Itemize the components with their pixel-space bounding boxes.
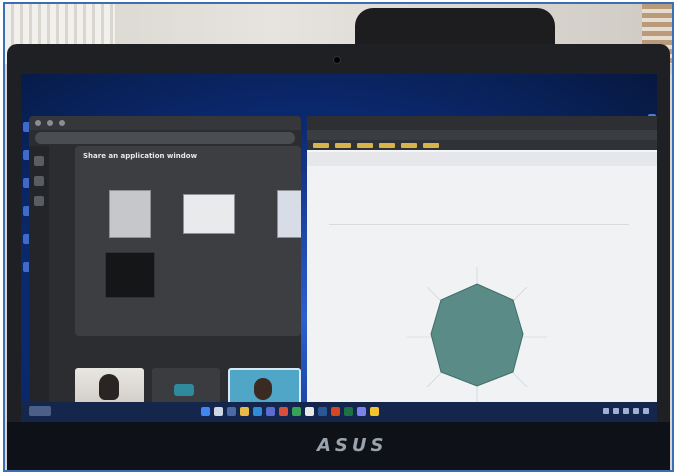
powerpoint-icon[interactable]	[331, 407, 340, 416]
start-icon[interactable]	[201, 407, 210, 416]
bookmark-folder-icon[interactable]	[357, 142, 373, 148]
bookmark-folder-icon[interactable]	[335, 142, 351, 148]
tray-icon[interactable]	[643, 408, 649, 414]
taskbar-apps	[201, 407, 379, 416]
rail-icon[interactable]	[34, 156, 44, 166]
window-thumbnail[interactable]	[105, 252, 155, 298]
weather-widget[interactable]	[29, 406, 51, 416]
bookmark-folder-icon[interactable]	[379, 142, 395, 148]
excel-icon[interactable]	[344, 407, 353, 416]
share-window-dialog: Share an application window	[75, 146, 301, 336]
app-icon[interactable]	[357, 407, 366, 416]
task-view-icon[interactable]	[227, 407, 236, 416]
tray-icon[interactable]	[623, 408, 629, 414]
bookmark-folder-icon[interactable]	[313, 142, 329, 148]
meeting-window: Share an application window	[29, 116, 301, 422]
chart-page	[307, 152, 657, 416]
meeting-titlebar	[29, 116, 301, 130]
teams-icon[interactable]	[266, 407, 275, 416]
tray-icon[interactable]	[613, 408, 619, 414]
laptop-screen: Share an application window	[21, 74, 657, 422]
taskbar	[21, 402, 657, 422]
webcam	[333, 56, 341, 64]
search-icon[interactable]	[214, 407, 223, 416]
window-thumbnail[interactable]	[277, 190, 301, 238]
app-icon[interactable]	[279, 407, 288, 416]
tab-icon[interactable]	[35, 120, 41, 126]
tray-icon[interactable]	[633, 408, 639, 414]
meeting-left-rail	[29, 146, 49, 422]
tray-icon[interactable]	[603, 408, 609, 414]
photo-frame: Share an application window ASUS	[3, 2, 674, 472]
radar-area	[430, 283, 524, 387]
share-dialog-title: Share an application window	[83, 152, 198, 160]
chrome-icon[interactable]	[305, 407, 314, 416]
rail-icon[interactable]	[34, 196, 44, 206]
radar-chart	[407, 267, 547, 407]
laptop: Share an application window ASUS	[7, 44, 670, 470]
app-icon[interactable]	[370, 407, 379, 416]
divider	[329, 224, 629, 225]
rail-icon[interactable]	[34, 176, 44, 186]
edge-icon[interactable]	[253, 407, 262, 416]
file-explorer-icon[interactable]	[240, 407, 249, 416]
bookmark-folder-icon[interactable]	[401, 142, 417, 148]
tab-icon[interactable]	[59, 120, 65, 126]
bookmarks-bar	[307, 140, 657, 150]
chart-browser-window	[307, 116, 657, 416]
brand-logo: ASUS	[317, 435, 388, 456]
system-tray	[603, 408, 649, 414]
page-toolbar	[307, 152, 657, 166]
laptop-chin: ASUS	[7, 422, 670, 470]
address-bar[interactable]	[35, 132, 295, 144]
browser-address-bar[interactable]	[307, 130, 657, 140]
window-thumbnail[interactable]	[109, 190, 151, 238]
word-icon[interactable]	[318, 407, 327, 416]
app-icon[interactable]	[292, 407, 301, 416]
bookmark-folder-icon[interactable]	[423, 142, 439, 148]
browser-tabbar	[307, 116, 657, 130]
tab-icon[interactable]	[47, 120, 53, 126]
window-thumbnail[interactable]	[183, 194, 235, 234]
